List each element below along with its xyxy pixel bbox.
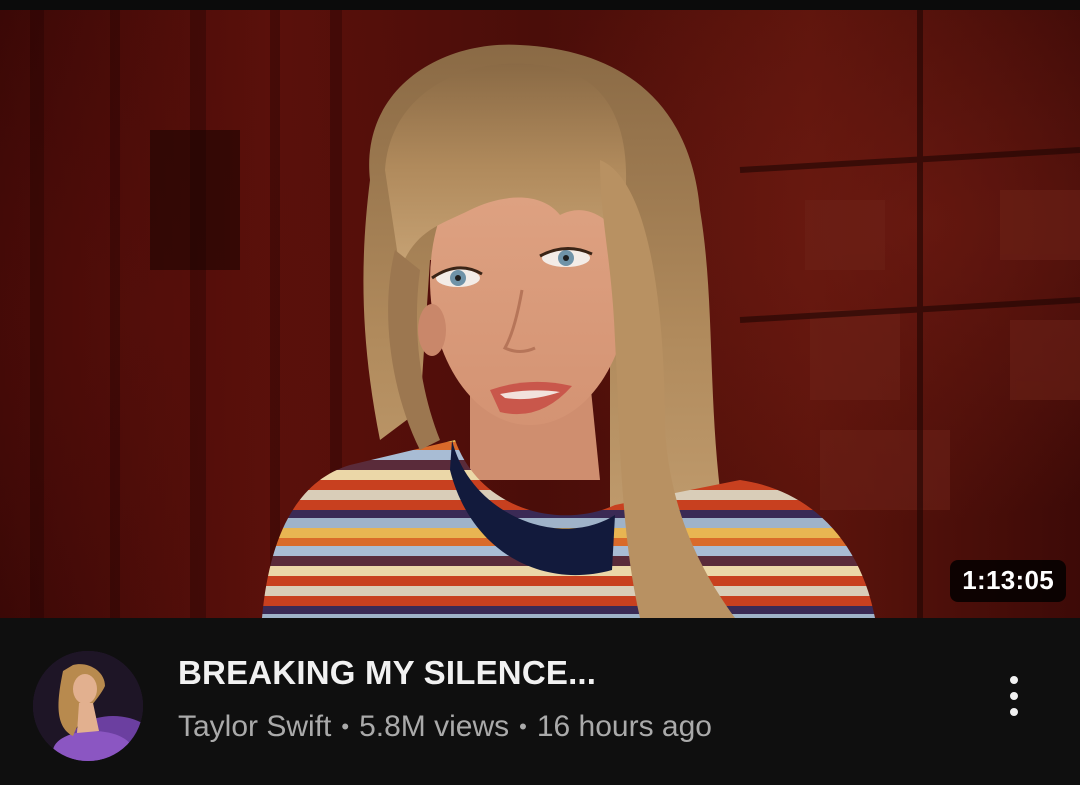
view-count: 5.8M views (359, 710, 510, 743)
thumbnail-image (30, 10, 1080, 618)
upload-age: 16 hours ago (536, 710, 712, 743)
video-title[interactable]: BREAKING MY SILENCE... (178, 654, 958, 692)
separator-dot: • (341, 714, 350, 739)
channel-name[interactable]: Taylor Swift (178, 710, 331, 744)
separator-dot: • (519, 714, 527, 739)
channel-avatar[interactable] (33, 651, 143, 761)
video-thumbnail[interactable]: 1:13:05 (0, 10, 1080, 618)
more-vert-icon[interactable] (990, 668, 1038, 724)
menu-dot (1010, 708, 1018, 716)
menu-dot (1010, 676, 1018, 684)
video-duration-badge: 1:13:05 (950, 560, 1066, 602)
video-metadata: Taylor Swift • 5.8M views • 16 hours ago (178, 710, 712, 744)
avatar-image (33, 651, 143, 761)
menu-dot (1010, 692, 1018, 700)
status-strip (0, 0, 1080, 10)
video-info-bar[interactable]: BREAKING MY SILENCE... Taylor Swift • 5.… (0, 618, 1080, 785)
